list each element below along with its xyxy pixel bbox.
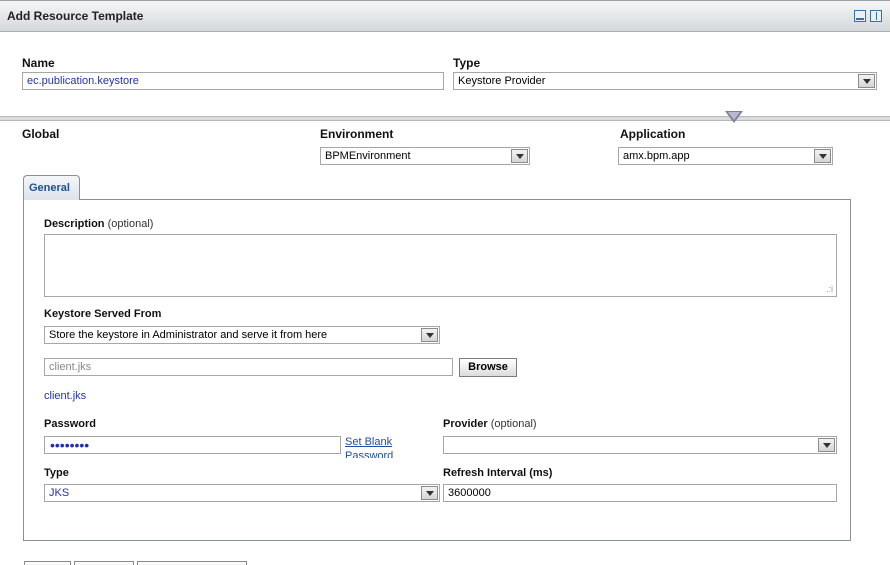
description-label-text: Description xyxy=(44,218,105,230)
set-blank-password-link[interactable]: Set Blank Password xyxy=(345,436,405,458)
resize-grip-icon[interactable]: .:i xyxy=(826,284,833,294)
scope-slider-track[interactable] xyxy=(0,116,890,121)
password-input[interactable]: •••••••• xyxy=(44,436,341,454)
refresh-interval-label: Refresh Interval (ms) xyxy=(443,467,553,479)
refresh-interval-input[interactable]: 3600000 xyxy=(443,484,837,502)
keystore-file-input[interactable]: client.jks xyxy=(44,358,453,376)
application-select-value: amx.bpm.app xyxy=(623,150,690,162)
keystore-type-label: Type xyxy=(44,467,69,479)
window-title: Add Resource Template xyxy=(7,9,144,23)
tab-general[interactable]: General xyxy=(23,175,80,200)
browse-button[interactable]: Browse xyxy=(459,358,517,377)
scope-slider-handle[interactable] xyxy=(725,111,743,124)
description-textarea[interactable]: .:i xyxy=(44,234,837,297)
provider-optional-text: (optional) xyxy=(490,418,537,430)
name-input[interactable]: ec.publication.keystore xyxy=(22,72,444,90)
description-optional-text: (optional) xyxy=(107,218,154,230)
chevron-down-icon[interactable] xyxy=(511,149,528,163)
application-select[interactable]: amx.bpm.app xyxy=(618,147,833,165)
keystore-type-value: JKS xyxy=(49,487,70,499)
type-select[interactable]: Keystore Provider xyxy=(453,72,877,90)
footer-button-2[interactable] xyxy=(74,561,134,565)
footer-button-1[interactable] xyxy=(24,561,71,565)
password-label: Password xyxy=(44,418,96,430)
chevron-down-icon[interactable] xyxy=(421,328,438,342)
chevron-down-icon[interactable] xyxy=(814,149,831,163)
application-label: Application xyxy=(620,127,686,141)
provider-label-text: Provider xyxy=(443,418,488,430)
keystore-type-select[interactable]: JKS xyxy=(44,484,440,502)
environment-select[interactable]: BPMEnvironment xyxy=(320,147,530,165)
chevron-down-icon[interactable] xyxy=(818,438,835,452)
global-label: Global xyxy=(22,127,60,141)
keystore-file-link[interactable]: client.jks xyxy=(44,390,86,402)
provider-label: Provider (optional) xyxy=(443,418,537,430)
chevron-down-icon[interactable] xyxy=(858,74,875,88)
set-blank-password-line2[interactable]: Password xyxy=(345,450,393,458)
title-bar: Add Resource Template xyxy=(0,0,890,32)
footer-button-3[interactable] xyxy=(137,561,247,565)
description-label: Description (optional) xyxy=(44,218,153,230)
minimize-icon[interactable] xyxy=(854,10,866,22)
type-select-value: Keystore Provider xyxy=(458,75,546,87)
chevron-down-icon[interactable] xyxy=(421,486,438,500)
set-blank-password-line1[interactable]: Set Blank xyxy=(345,436,392,448)
name-label: Name xyxy=(22,56,55,70)
type-label: Type xyxy=(453,56,481,70)
provider-select[interactable] xyxy=(443,436,837,454)
environment-select-value: BPMEnvironment xyxy=(325,150,411,162)
restore-icon[interactable] xyxy=(870,10,882,22)
keystore-served-select[interactable]: Store the keystore in Administrator and … xyxy=(44,326,440,344)
environment-label: Environment xyxy=(320,127,394,141)
keystore-served-value: Store the keystore in Administrator and … xyxy=(49,329,328,341)
keystore-served-label: Keystore Served From xyxy=(44,308,162,320)
